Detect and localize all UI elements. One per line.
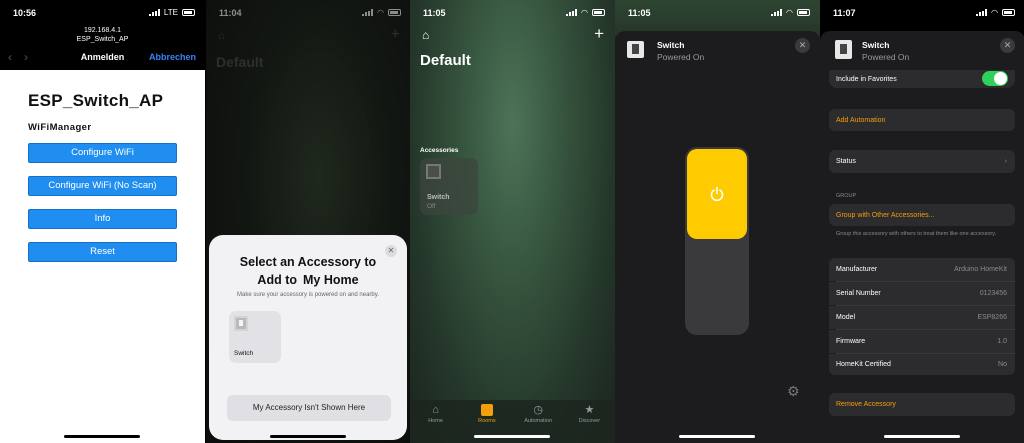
favorites-row: Include in Favorites bbox=[829, 70, 1015, 88]
chevron-right-icon: › bbox=[1004, 158, 1007, 165]
status-bar: 11:05 ◠ bbox=[410, 0, 615, 22]
status-bar: 11:05 ◠ bbox=[615, 0, 820, 22]
star-icon: ★ bbox=[584, 404, 595, 416]
sheet-title-line1: Select an Accessory to bbox=[239, 255, 377, 269]
room-title: Default bbox=[420, 52, 471, 69]
cancel-button[interactable]: Abbrechen bbox=[149, 52, 196, 62]
home-app-rooms-screen: 11:05 ◠ ⌂ + Default Accessories Switch O… bbox=[410, 0, 615, 443]
accessory-status: Powered On bbox=[862, 52, 910, 62]
group-accessories-button[interactable]: Group with Other Accessories... bbox=[829, 204, 1015, 226]
configure-wifi-button[interactable]: Configure WiFi bbox=[28, 143, 177, 163]
tab-home[interactable]: ⌂ Home bbox=[410, 400, 461, 443]
safari-header: 10:56 LTE 192.168.4.1 ESP_Switch_AP ‹› A… bbox=[0, 0, 205, 70]
house-icon: ⌂ bbox=[432, 404, 439, 416]
accessory-not-shown-button[interactable]: My Accessory Isn't Shown Here bbox=[227, 395, 391, 421]
accessory-name: Switch bbox=[862, 40, 890, 50]
tab-discover[interactable]: ★ Discover bbox=[564, 400, 615, 443]
home-indicator[interactable] bbox=[64, 435, 140, 438]
configure-wifi-no-scan-button[interactable]: Configure WiFi (No Scan) bbox=[28, 176, 177, 196]
favorites-label: Include in Favorites bbox=[836, 75, 897, 83]
switch-device-icon bbox=[234, 316, 248, 331]
info-row-model: Model ESP8266 bbox=[829, 306, 1015, 329]
add-accessory-screen: 11:04 ◠ ⌂ + Default ✕ Select an Accessor… bbox=[206, 0, 411, 443]
switch-control-screen: 11:05 ◠ Switch Powered On ✕ ⚙ bbox=[615, 0, 820, 443]
accessory-name: Switch bbox=[234, 350, 254, 357]
close-icon[interactable]: ✕ bbox=[1000, 38, 1015, 53]
add-automation-button[interactable]: Add Automation bbox=[829, 109, 1015, 131]
signal-icon bbox=[976, 9, 988, 16]
accessory-status: Powered On bbox=[657, 52, 705, 62]
status-row[interactable]: Status › bbox=[829, 150, 1015, 173]
control-card: Switch Powered On ✕ bbox=[615, 31, 820, 443]
home-picker[interactable]: My Home bbox=[303, 273, 359, 287]
status-time: 11:05 bbox=[423, 8, 446, 18]
home-indicator[interactable] bbox=[270, 435, 346, 438]
signal-icon bbox=[566, 9, 578, 16]
accessory-tile-switch[interactable]: Switch bbox=[229, 311, 281, 363]
switch-device-icon bbox=[627, 41, 644, 58]
reset-button[interactable]: Reset bbox=[28, 242, 177, 262]
url-bar[interactable]: 192.168.4.1 ESP_Switch_AP bbox=[0, 26, 205, 44]
accessory-name: Switch bbox=[657, 40, 685, 50]
favorites-toggle[interactable] bbox=[982, 71, 1008, 86]
info-row-firmware: Firmware 1.0 bbox=[829, 330, 1015, 353]
wifi-icon: ◠ bbox=[581, 8, 588, 17]
info-row-certified: HomeKit Certified No bbox=[829, 354, 1015, 375]
accessory-tile-switch[interactable]: Switch Off bbox=[420, 158, 478, 215]
screenshot-collage: 10:56 LTE 192.168.4.1 ESP_Switch_AP ‹› A… bbox=[0, 0, 1024, 443]
signal-icon bbox=[771, 9, 783, 16]
home-indicator[interactable] bbox=[884, 435, 960, 438]
section-header: Accessories bbox=[420, 147, 459, 154]
remove-accessory-button[interactable]: Remove Accessory bbox=[829, 393, 1015, 416]
battery-icon bbox=[797, 9, 810, 16]
add-icon[interactable]: + bbox=[594, 24, 604, 44]
power-toggle-on-segment bbox=[687, 149, 747, 239]
close-icon[interactable]: ✕ bbox=[795, 38, 810, 53]
clock-check-icon: ◷ bbox=[533, 404, 543, 416]
page-title: ESP_Switch_AP bbox=[28, 91, 164, 110]
switch-device-icon bbox=[835, 40, 852, 59]
sheet-subtitle: Make sure your accessory is powered on a… bbox=[237, 292, 379, 298]
info-row-serial: Serial Number 0123456 bbox=[829, 282, 1015, 305]
accessory-state: Off bbox=[427, 203, 436, 210]
switch-device-icon bbox=[426, 164, 441, 179]
info-button[interactable]: Info bbox=[28, 209, 177, 229]
status-bar: 11:07 ◠ bbox=[820, 0, 1024, 22]
sheet-title-line2: Add to My Home bbox=[257, 273, 359, 287]
wifimanager-captive-portal-screen: 10:56 LTE 192.168.4.1 ESP_Switch_AP ‹› A… bbox=[0, 0, 205, 443]
accessory-name: Switch bbox=[427, 194, 450, 201]
status-time: 11:07 bbox=[833, 8, 856, 18]
settings-gear-icon[interactable]: ⚙ bbox=[787, 383, 800, 400]
page-subtitle: WiFiManager bbox=[28, 122, 92, 133]
rooms-icon bbox=[480, 404, 493, 416]
power-toggle-control[interactable] bbox=[685, 147, 749, 335]
group-note: Group this accessory with others to trea… bbox=[836, 231, 997, 237]
house-icon[interactable]: ⌂ bbox=[422, 28, 429, 42]
battery-icon bbox=[592, 9, 605, 16]
signal-icon bbox=[148, 9, 160, 16]
url-name: ESP_Switch_AP bbox=[76, 36, 129, 43]
status-time: 11:05 bbox=[628, 8, 651, 18]
accessory-settings-screen: 11:07 ◠ Switch Powered On ✕ Include in F… bbox=[820, 0, 1024, 443]
battery-icon bbox=[182, 9, 195, 16]
power-icon bbox=[710, 186, 724, 202]
carrier-label: LTE bbox=[163, 8, 178, 17]
home-indicator[interactable] bbox=[679, 435, 755, 438]
home-indicator[interactable] bbox=[474, 435, 550, 438]
wifi-icon: ◠ bbox=[786, 8, 793, 17]
group-section-header: GROUP bbox=[836, 193, 857, 199]
wifi-icon: ◠ bbox=[991, 8, 998, 17]
add-accessory-sheet: ✕ Select an Accessory to Add to My Home M… bbox=[209, 235, 407, 440]
info-row-manufacturer: Manufacturer Arduino HomeKit bbox=[829, 258, 1015, 281]
status-bar: 10:56 LTE bbox=[0, 0, 205, 22]
status-time: 10:56 bbox=[13, 8, 37, 18]
url-ip: 192.168.4.1 bbox=[84, 27, 121, 34]
battery-icon bbox=[1002, 9, 1015, 16]
